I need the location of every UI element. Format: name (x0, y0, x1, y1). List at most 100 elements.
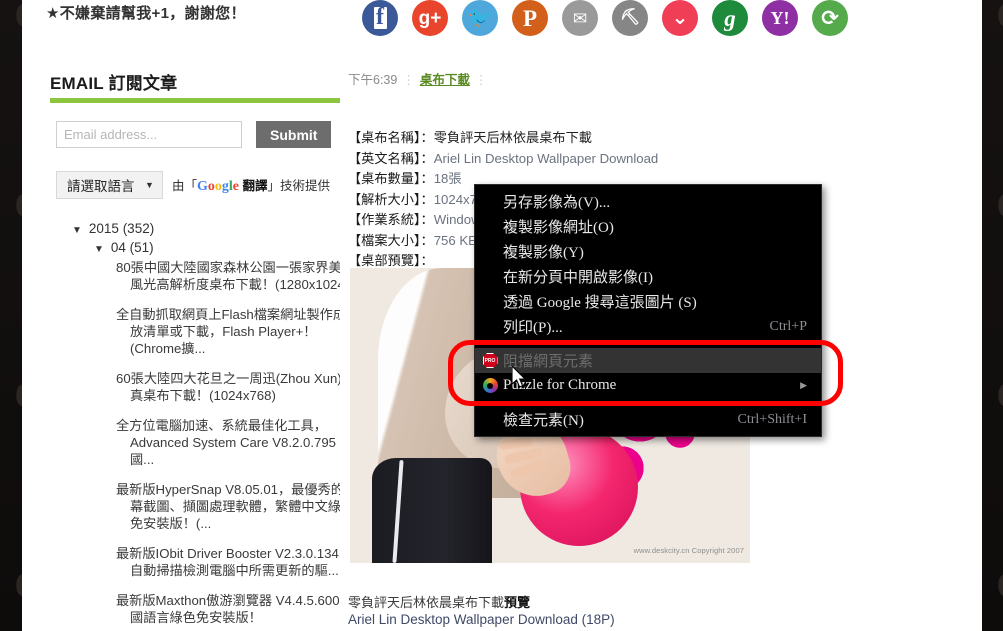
translate-prefix: 由「 (171, 179, 197, 193)
language-select[interactable]: 請選取語言 ▼ (56, 171, 163, 199)
list-item[interactable]: 最新版Maxthon傲游瀏覽器 V4.4.5.600 多國語言綠色免安裝版！ (116, 592, 360, 626)
menu-item-open-image-in-new-tab[interactable]: 在新分頁中開啟影像(I) (475, 264, 821, 289)
menu-item-puzzle-for-chrome[interactable]: Puzzle for Chrome ▶ (475, 373, 821, 398)
translate-word: 翻譯 (242, 179, 268, 193)
twitter-icon[interactable]: 🐦 (462, 0, 498, 36)
archive-month-label: 04 (51) (110, 240, 154, 255)
menu-item-label: 列印(P)... (503, 320, 563, 336)
right-border-decoration (982, 0, 1003, 631)
photo-subject-pants (372, 458, 492, 563)
triangle-down-icon: ▼ (72, 225, 82, 236)
google-plus-glyph: g+ (418, 7, 442, 29)
yahoo-icon[interactable]: Y! (762, 0, 798, 36)
menu-item-label: 阻擋網頁元素 (503, 354, 594, 370)
blog-archive: ▼ 2015 (352) ▼ 04 (51) 80張中國大陸國家森林公園一張家界… (48, 221, 359, 631)
spec-key: 【桌布名稱】： (348, 130, 434, 145)
spec-key: 【桌部預覽】： (348, 253, 434, 268)
menu-item-label: Puzzle for Chrome (503, 377, 617, 393)
meta-separator: ⋮ (402, 73, 415, 87)
menu-item-label: 另存影像為(V)... (503, 195, 611, 211)
menu-item-block-element[interactable]: PRO 阻擋網頁元素 (475, 348, 821, 373)
spec-value: 756 KE (433, 232, 477, 248)
facebook-icon[interactable]: f (362, 0, 398, 36)
menu-item-accelerator: Ctrl+Shift+I (737, 411, 807, 427)
sidebar: ★不嫌棄請幫我+1，謝謝您！ EMAIL 訂閱文章 Submit 請選取語言 ▼… (22, 0, 359, 631)
spec-key: 【桌布數量】： (348, 171, 434, 186)
menu-item-copy-image-address[interactable]: 複製影像網址(O) (475, 214, 821, 239)
spec-value: 18張 (433, 171, 462, 186)
list-item[interactable]: 最新版HyperSnap V8.05.01，最優秀的螢幕截圖、擷圖處理軟體，繁體… (116, 481, 360, 532)
list-item[interactable]: 80張中國大陸國家森林公園一張家界美麗風光高解析度桌布下載！(1280x1024… (116, 259, 360, 293)
digg-glyph: ⛏ (619, 9, 641, 26)
pinterest-icon[interactable]: P (512, 0, 548, 36)
menu-separator (481, 343, 815, 344)
archive-month-row[interactable]: ▼ 04 (51) (94, 240, 330, 255)
spec-row: 【桌布名稱】：零負評天后林依晨桌布下載 (348, 128, 658, 149)
blogger-glyph: g (724, 5, 736, 31)
browser-context-menu[interactable]: 另存影像為(V)... 複製影像網址(O) 複製影像(Y) 在新分頁中開啟影像(… (474, 184, 822, 437)
caption-english: Ariel Lin Desktop Wallpaper Download (18… (348, 612, 615, 627)
heading-underline-rule (50, 98, 340, 103)
spec-value: 1024x7 (433, 191, 477, 207)
triangle-down-icon: ▼ (94, 244, 104, 255)
list-item[interactable]: 最新版IObit Driver Booster V2.3.0.134，自動掃描檢… (116, 545, 360, 579)
menu-item-save-image-as[interactable]: 另存影像為(V)... (475, 189, 821, 214)
pocket-glyph: ⌄ (671, 7, 689, 29)
yahoo-glyph: Y! (770, 8, 790, 28)
submenu-arrow-icon: ▶ (800, 380, 807, 390)
caption-zh-bold: 預覽 (504, 595, 531, 610)
archive-year-label: 2015 (352) (88, 221, 155, 236)
list-item[interactable]: 60張大陸四大花旦之一周迅(Zhou Xun)寫真桌布下載！(1024x768) (116, 370, 360, 404)
pocket-icon[interactable]: ⌄ (662, 0, 698, 36)
chevron-down-icon: ▼ (145, 180, 154, 190)
email-glyph: ✉ (572, 8, 588, 28)
meta-separator: ⋮ (474, 73, 488, 87)
post-time: 下午6:39 (348, 73, 398, 87)
menu-separator (481, 402, 815, 403)
google-logo-text: Google (196, 179, 239, 194)
menu-item-label: 在新分頁中開啟影像(I) (503, 270, 653, 286)
left-border-decoration (0, 0, 22, 631)
photo-finger (498, 436, 534, 451)
share-glyph: ⟳ (821, 6, 839, 30)
translate-widget: 請選取語言 ▼ 由「Google 翻譯」技術提供 (56, 171, 330, 199)
share-icon[interactable]: ⟳ (812, 0, 848, 36)
pro-badge: PRO (482, 353, 498, 368)
menu-item-copy-image[interactable]: 複製影像(Y) (475, 239, 821, 264)
menu-item-inspect-element[interactable]: 檢查元素(N) Ctrl+Shift+I (475, 407, 821, 432)
submit-button[interactable]: Submit (256, 121, 332, 148)
menu-item-label: 透過 Google 搜尋這張圖片 (S) (503, 295, 697, 311)
menu-item-search-google-for-image[interactable]: 透過 Google 搜尋這張圖片 (S) (475, 289, 821, 314)
caption-chinese: 零負評天后林依晨桌布下載預覽 (348, 592, 530, 611)
post-label-link[interactable]: 桌布下載 (420, 73, 470, 87)
digg-icon[interactable]: ⛏ (612, 0, 648, 36)
spec-value: Ariel Lin Desktop Wallpaper Download (433, 150, 659, 166)
email-icon[interactable]: ✉ (562, 0, 598, 36)
translate-suffix: 」技術提供 (267, 179, 330, 193)
spec-key: 【解析大小】： (348, 191, 434, 207)
spec-row: 【英文名稱】：Ariel Lin Desktop Wallpaper Downl… (348, 149, 658, 170)
powered-by-google-translate: 由「Google 翻譯」技術提供 (172, 175, 330, 195)
caption-zh-main: 零負評天后林依晨桌布下載 (348, 595, 505, 610)
menu-item-print[interactable]: 列印(P)... Ctrl+P (475, 314, 821, 339)
pinterest-glyph: P (522, 5, 538, 31)
blogger-icon[interactable]: g (712, 0, 748, 36)
list-item[interactable]: 全方位電腦加速、系統最佳化工具，Advanced System Care V8.… (116, 417, 360, 468)
language-select-value: 請選取語言 (67, 179, 135, 194)
email-subscribe-heading: EMAIL 訂閱文章 (50, 74, 178, 93)
spec-value: 零負評天后林依晨桌布下載 (433, 130, 592, 145)
spec-key: 【作業系統】： (348, 212, 434, 227)
facebook-glyph: f (373, 5, 387, 29)
archive-year-row[interactable]: ▼ 2015 (352) (72, 221, 330, 236)
list-item[interactable]: 全自動抓取網頁上Flash檔案網址製作成撥放清單或下載，Flash Player… (116, 306, 360, 357)
twitter-glyph: 🐦 (468, 7, 492, 29)
social-share-bar: f g+ 🐦 P ✉ ⛏ ⌄ g Y! ⟳ (362, 0, 848, 36)
google-plus-icon[interactable]: g+ (412, 0, 448, 36)
plus-one-appeal-text: ★不嫌棄請幫我+1，謝謝您！ (46, 5, 246, 22)
page-root: ★不嫌棄請幫我+1，謝謝您！ EMAIL 訂閱文章 Submit 請選取語言 ▼… (0, 0, 1003, 631)
post-meta: 下午6:39 ⋮ 桌布下載 ⋮ (348, 69, 492, 88)
puzzle-ring-icon (482, 378, 498, 394)
email-field[interactable] (56, 121, 242, 148)
menu-item-label: 檢查元素(N) (503, 413, 584, 429)
menu-item-label: 複製影像網址(O) (503, 220, 614, 236)
